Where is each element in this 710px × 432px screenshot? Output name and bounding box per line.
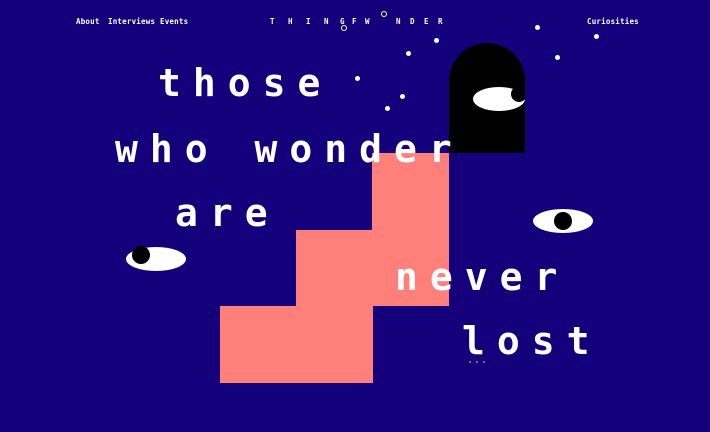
brand-letter-o [381, 11, 387, 17]
nav-curiosities-link[interactable]: Curiosities [587, 17, 639, 26]
brand-letter: E [424, 17, 429, 26]
brand-letter: R [438, 17, 443, 26]
brand-letter: W [365, 17, 370, 26]
star-dot-icon [406, 51, 411, 56]
star-dot-icon [434, 38, 439, 43]
brand-letter: N [324, 17, 329, 26]
eye-icon [126, 246, 186, 271]
nav-interviews-link[interactable]: Interviews [108, 17, 155, 26]
eye-icon [533, 209, 593, 233]
nav-about-link[interactable]: About [76, 17, 100, 26]
brand-logo[interactable]: T H I N G F W N D E R [268, 11, 448, 36]
star-dot-icon [355, 76, 360, 81]
star-dot-icon [400, 94, 405, 99]
brand-letter: T [270, 17, 275, 26]
headline-line: never [395, 255, 570, 299]
decor-dot [469, 361, 471, 363]
brand-letter: N [396, 17, 401, 26]
decor-dot [483, 361, 485, 363]
decor-dot [476, 361, 478, 363]
star-dot-icon [555, 55, 560, 60]
star-dot-icon [535, 25, 540, 30]
star-dot-icon [594, 34, 599, 39]
headline-line: those [158, 61, 333, 105]
headline-line: who wonder [115, 127, 464, 171]
headline-line: lost [462, 319, 602, 363]
brand-letter: F [352, 17, 357, 26]
brand-letter: H [288, 17, 293, 26]
stair-block-bottom [220, 306, 373, 383]
brand-letter: I [306, 17, 311, 26]
headline-line: are [175, 191, 280, 235]
nav-events-link[interactable]: Events [160, 17, 188, 26]
star-dot-icon [385, 106, 390, 111]
brand-letter: D [410, 17, 415, 26]
brand-letter-o [341, 25, 347, 31]
